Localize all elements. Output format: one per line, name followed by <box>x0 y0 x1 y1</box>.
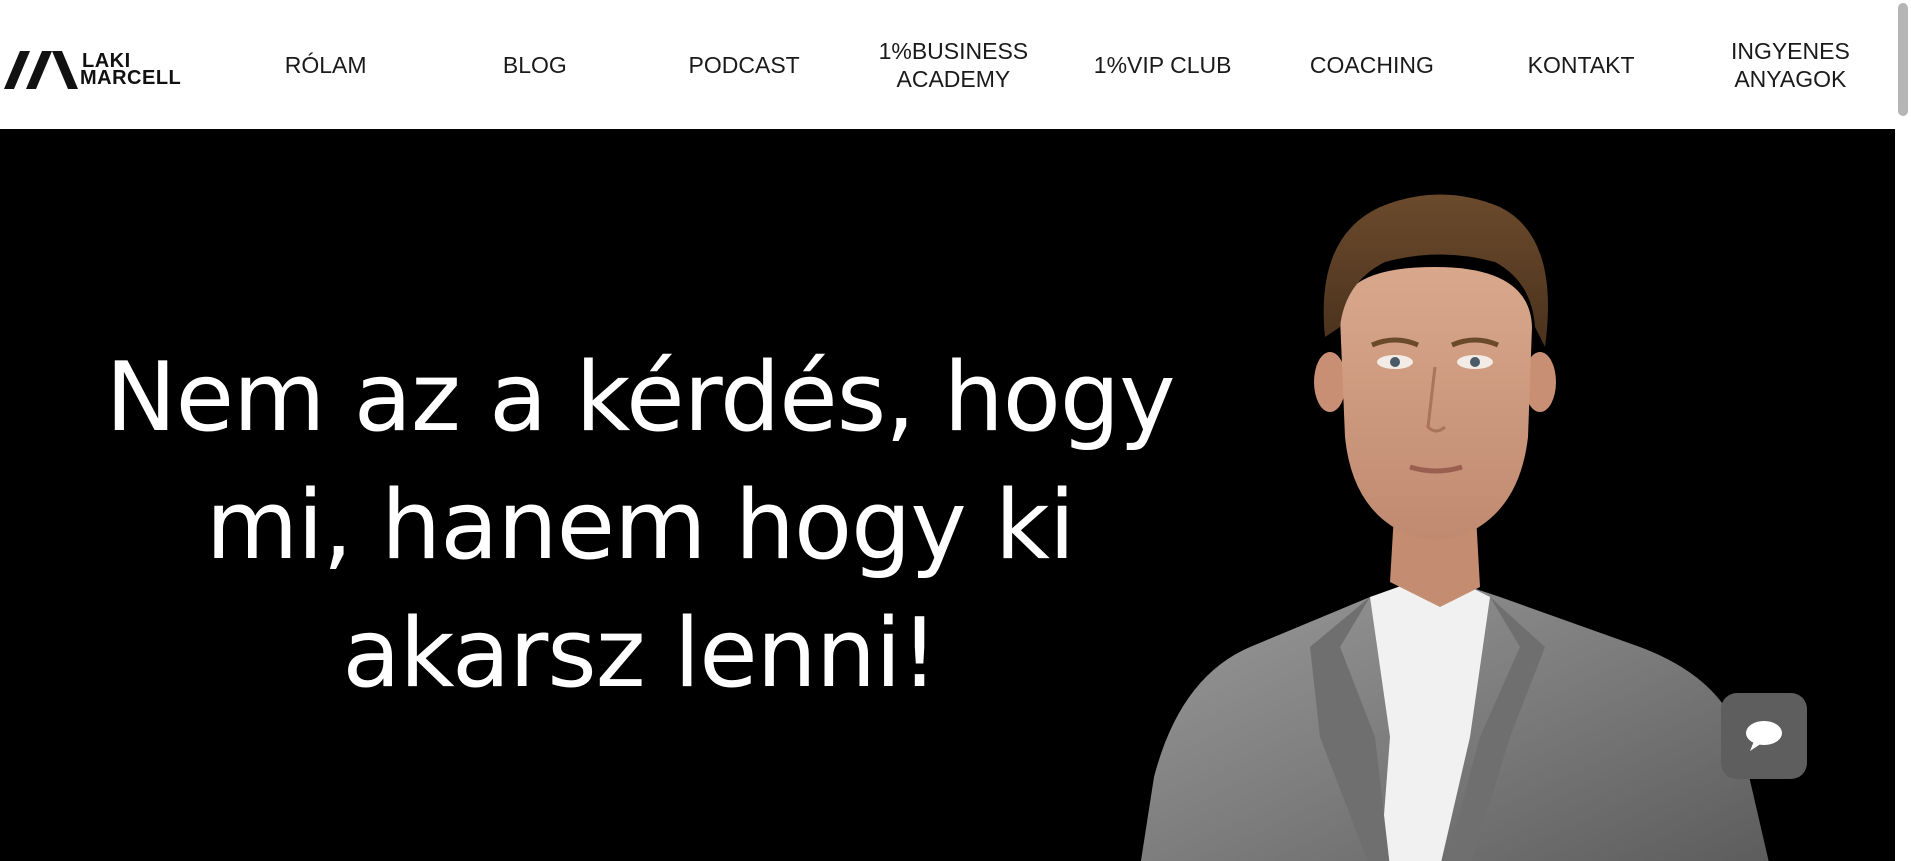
logo-mark-icon <box>4 51 78 89</box>
logo-line-2: MARCELL <box>80 67 182 89</box>
nav-label: 1%VIP CLUB <box>1093 51 1232 78</box>
nav-item-coaching[interactable]: COACHING <box>1267 0 1476 129</box>
nav-label: PODCAST <box>688 51 800 78</box>
site-logo[interactable]: LAKI MARCELL <box>4 48 220 92</box>
logo-wordmark: LAKI MARCELL <box>80 51 182 89</box>
nav-label: 1%BUSINESS ACADEMY <box>878 37 1029 92</box>
nav-item-vip-club[interactable]: 1%VIP CLUB <box>1058 0 1267 129</box>
nav-label: INGYENES ANYAGOK <box>1730 37 1850 92</box>
chat-button[interactable] <box>1721 693 1807 779</box>
main-navigation: RÓLAM BLOG PODCAST 1%BUSINESS ACADEMY 1%… <box>221 0 1895 129</box>
nav-label: KONTAKT <box>1527 51 1635 78</box>
nav-item-blog[interactable]: BLOG <box>430 0 639 129</box>
hero-section: Nem az a kérdés, hogy mi, hanem hogy ki … <box>0 129 1895 861</box>
scrollbar-thumb[interactable] <box>1898 3 1908 116</box>
nav-item-business-academy[interactable]: 1%BUSINESS ACADEMY <box>849 0 1058 129</box>
page-scrollbar[interactable] <box>1895 0 1911 861</box>
chat-bubble-icon <box>1746 721 1782 751</box>
site-header: LAKI MARCELL RÓLAM BLOG PODCAST 1%BUSINE… <box>0 0 1895 129</box>
hero-headline: Nem az a kérdés, hogy mi, hanem hogy ki … <box>105 343 1176 709</box>
nav-item-rolam[interactable]: RÓLAM <box>221 0 430 129</box>
nav-item-kontakt[interactable]: KONTAKT <box>1477 0 1686 129</box>
nav-item-ingyenes-anyagok[interactable]: INGYENES ANYAGOK <box>1686 0 1895 129</box>
nav-label: COACHING <box>1309 51 1434 78</box>
nav-label: RÓLAM <box>284 51 367 78</box>
nav-label: BLOG <box>502 51 567 78</box>
nav-item-podcast[interactable]: PODCAST <box>640 0 849 129</box>
